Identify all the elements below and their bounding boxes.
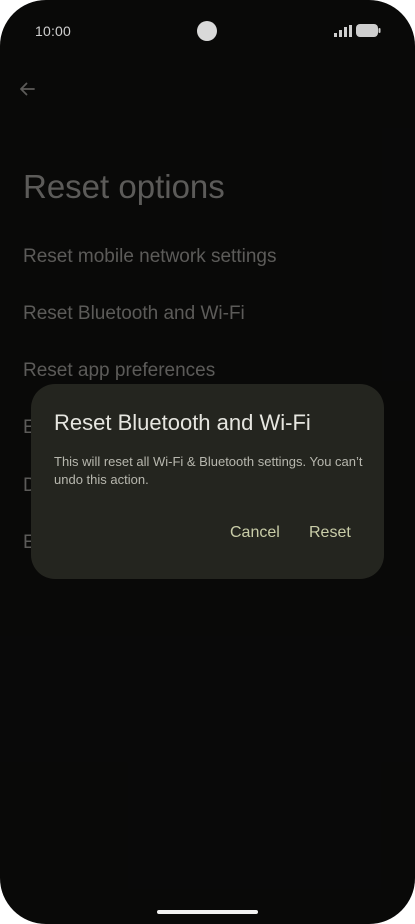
dialog-message: This will reset all Wi-Fi & Bluetooth se… — [54, 454, 363, 487]
phone-screen: 10:00 Reset options Reset mobile network… — [0, 0, 415, 924]
dialog-title: Reset Bluetooth and Wi-Fi — [54, 410, 311, 435]
cancel-button[interactable]: Cancel — [230, 524, 280, 542]
confirm-dialog: Reset Bluetooth and Wi-Fi This will rese… — [31, 384, 384, 579]
home-indicator[interactable] — [157, 910, 258, 914]
reset-button[interactable]: Reset — [309, 524, 351, 542]
